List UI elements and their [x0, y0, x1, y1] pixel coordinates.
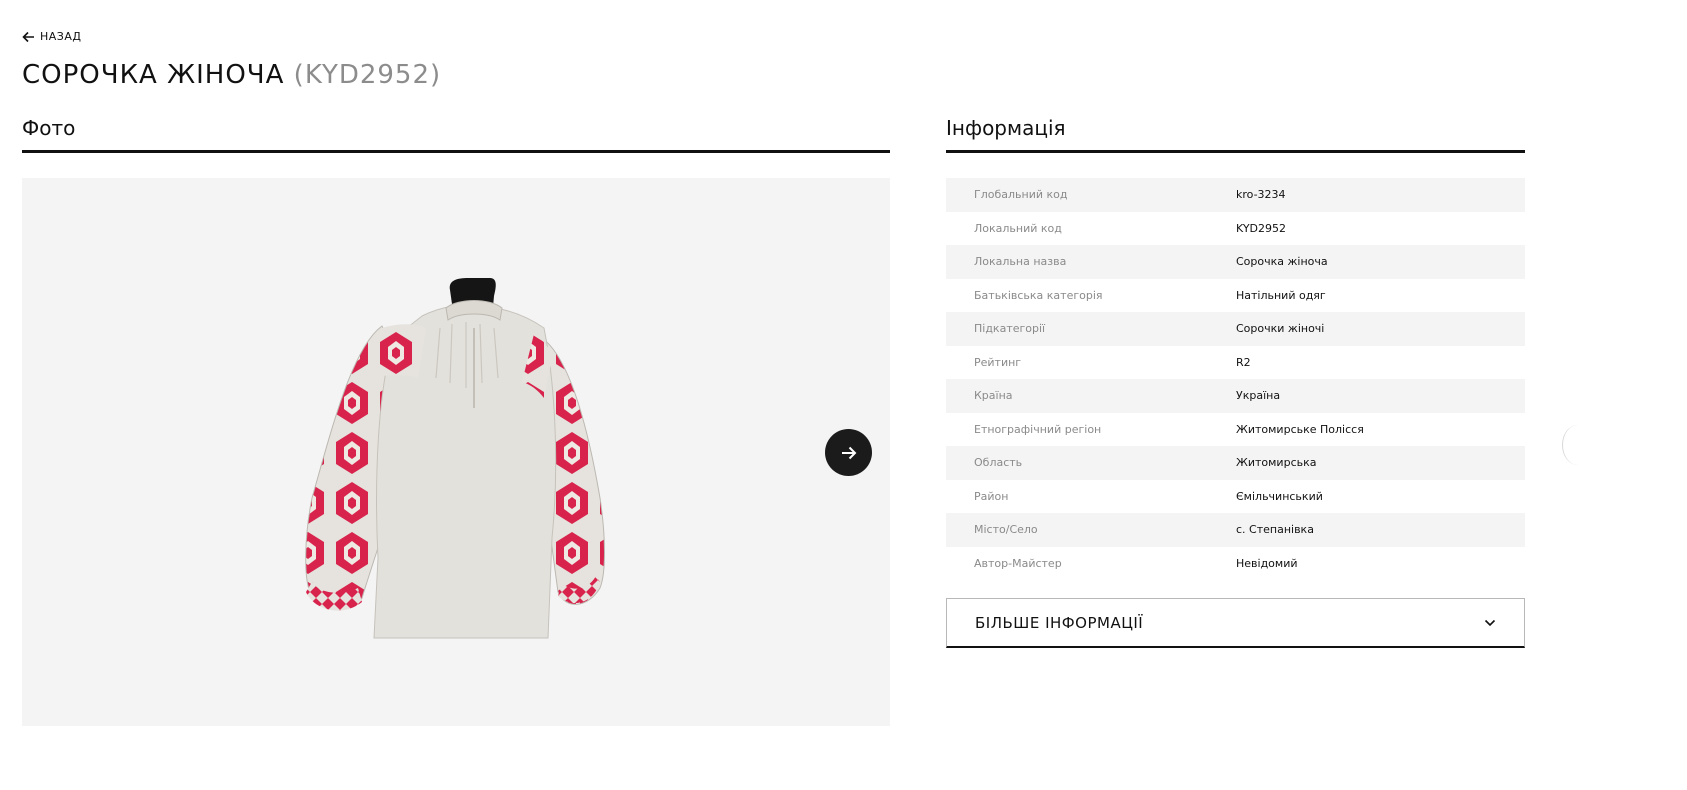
info-value: KYD2952: [1236, 221, 1287, 235]
page-title: СОРОЧКА ЖІНОЧА (KYD2952): [22, 60, 441, 90]
info-label: Етнографічний регіон: [974, 422, 1102, 436]
info-value: Натільний одяг: [1236, 288, 1326, 302]
info-value: Ємільчинський: [1236, 489, 1323, 503]
info-label: Район: [974, 489, 1009, 503]
info-row-rating: Рейтинг R2: [946, 346, 1525, 380]
info-table: Глобальний код kro-3234 Локальний код KY…: [946, 178, 1525, 580]
info-label: Локальна назва: [974, 255, 1067, 269]
info-value: Сорочки жіночі: [1236, 322, 1325, 336]
info-value: R2: [1236, 355, 1251, 369]
info-label: Рейтинг: [974, 355, 1022, 369]
info-value: Житомирська: [1236, 456, 1317, 470]
photo-heading-text: Фото: [22, 116, 76, 140]
info-row-author: Автор-Майстер Невідомий: [946, 547, 1525, 581]
info-row-country: Країна Україна: [946, 379, 1525, 413]
info-label: Країна: [974, 389, 1013, 403]
info-label: Глобальний код: [974, 188, 1068, 202]
info-heading-text: Інформація: [946, 116, 1066, 140]
back-label: НАЗАД: [40, 30, 82, 43]
info-row-district: Район Ємільчинський: [946, 480, 1525, 514]
info-label: Область: [974, 456, 1023, 470]
info-heading: Інформація: [946, 116, 1525, 153]
title-text: СОРОЧКА ЖІНОЧА: [22, 60, 285, 90]
info-row-ethno-region: Етнографічний регіон Житомирське Полісся: [946, 413, 1525, 447]
info-label: Підкатегорії: [974, 322, 1046, 336]
chevron-down-icon: [1484, 619, 1496, 626]
info-row-local-code: Локальний код KYD2952: [946, 212, 1525, 246]
info-label: Автор-Майстер: [974, 556, 1062, 570]
info-value: Сорочка жіноча: [1236, 255, 1328, 269]
title-code: (KYD2952): [293, 60, 442, 90]
photo-heading: Фото: [22, 116, 890, 153]
scroll-edge-indicator: [1562, 425, 1593, 465]
arrow-left-icon: [22, 31, 34, 42]
info-value: kro-3234: [1236, 188, 1286, 202]
more-info-label: БІЛЬШЕ ІНФОРМАЦІЇ: [975, 613, 1144, 632]
info-value: Невідомий: [1236, 556, 1298, 570]
info-value: Житомирське Полісся: [1236, 422, 1364, 436]
photo-gallery: [22, 178, 890, 726]
info-value: с. Степанівка: [1236, 523, 1314, 537]
info-value: Україна: [1236, 389, 1281, 403]
info-label: Батьківська категорія: [974, 288, 1103, 302]
info-row-local-name: Локальна назва Сорочка жіноча: [946, 245, 1525, 279]
info-row-parent-category: Батьківська категорія Натільний одяг: [946, 279, 1525, 313]
arrow-right-icon: [841, 446, 856, 459]
back-link[interactable]: НАЗАД: [22, 30, 81, 43]
info-row-village: Місто/Село с. Степанівка: [946, 513, 1525, 547]
info-row-subcategories: Підкатегорії Сорочки жіночі: [946, 312, 1525, 346]
more-info-toggle[interactable]: БІЛЬШЕ ІНФОРМАЦІЇ: [946, 598, 1525, 648]
info-row-oblast: Область Житомирська: [946, 446, 1525, 480]
info-label: Місто/Село: [974, 523, 1038, 537]
next-photo-button[interactable]: [825, 429, 872, 476]
product-image: [305, 278, 605, 639]
info-label: Локальний код: [974, 221, 1062, 235]
info-row-global-code: Глобальний код kro-3234: [946, 178, 1525, 212]
